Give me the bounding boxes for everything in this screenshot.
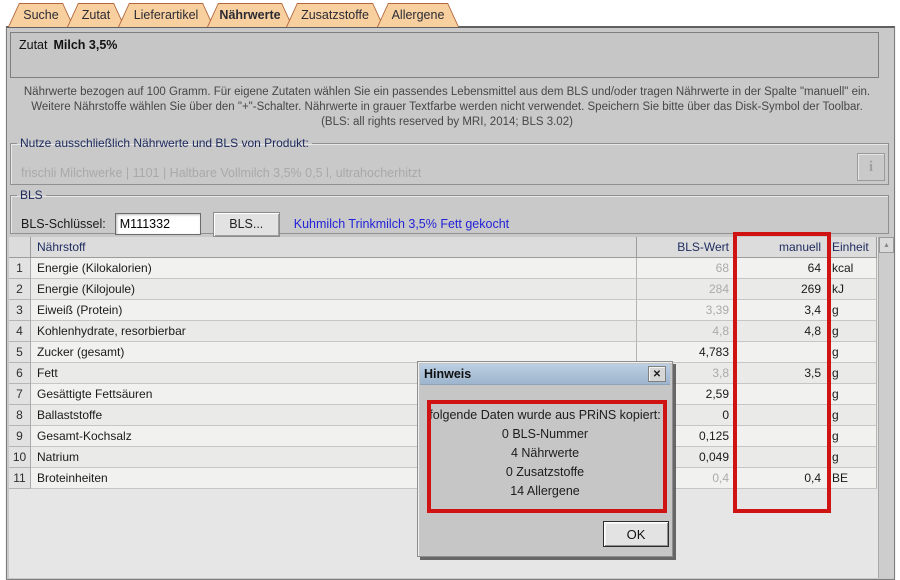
- bls-key-input[interactable]: [115, 213, 201, 235]
- tab-suche[interactable]: Suche: [8, 3, 74, 27]
- bls-value[interactable]: 4,8: [637, 321, 736, 342]
- bls-description: Kuhmilch Trinkmilch 3,5% Fett gekocht: [294, 217, 509, 231]
- tab-bar: Suche Zutat Lieferartikel Nährwerte Zusatzst…: [8, 2, 452, 27]
- ingredient-header: Zutat Milch 3,5%: [10, 32, 879, 78]
- table-row[interactable]: 5Zucker (gesamt)4,783 g: [9, 342, 894, 363]
- tab-zusatzstoffe[interactable]: Zusatzstoffe: [286, 3, 384, 27]
- close-icon[interactable]: ✕: [648, 366, 666, 382]
- unit-value[interactable]: g: [828, 405, 877, 426]
- col-header-einheit[interactable]: Einheit: [828, 237, 877, 258]
- dialog-titlebar[interactable]: Hinweis ✕: [420, 364, 670, 385]
- dialog-message-line: 0 Zusatzstoffe: [418, 463, 672, 482]
- dialog-message-line: folgende Daten wurde aus PRiNS kopiert:: [418, 406, 672, 425]
- row-number[interactable]: 10: [9, 447, 31, 468]
- row-number[interactable]: 9: [9, 426, 31, 447]
- manual-value[interactable]: [736, 405, 828, 426]
- produkt-legend: Nutze ausschließlich Nährwerte und BLS v…: [17, 136, 312, 150]
- bls-legend: BLS: [17, 188, 46, 202]
- bls-lookup-button[interactable]: BLS...: [213, 212, 280, 237]
- header-corner: [9, 237, 31, 258]
- nutrient-name[interactable]: Zucker (gesamt): [31, 342, 637, 363]
- row-number[interactable]: 3: [9, 300, 31, 321]
- manual-value[interactable]: 3,4: [736, 300, 828, 321]
- produkt-value: frischli Milchwerke | 1101 | Haltbare Vo…: [21, 166, 421, 180]
- manual-value[interactable]: 0,4: [736, 468, 828, 489]
- info-text: Nährwerte bezogen auf 100 Gramm. Für eig…: [19, 85, 875, 130]
- bls-value[interactable]: 284: [637, 279, 736, 300]
- table-header: Nährstoff BLS-Wert manuell Einheit: [9, 237, 894, 258]
- col-header-manuell[interactable]: manuell: [736, 237, 828, 258]
- row-number[interactable]: 6: [9, 363, 31, 384]
- dialog-message-line: 4 Nährwerte: [418, 444, 672, 463]
- table-row[interactable]: 4Kohlenhydrate, resorbierbar4,84,8g: [9, 321, 894, 342]
- bls-key-label: BLS-Schlüssel:: [21, 217, 106, 231]
- manual-value[interactable]: 269: [736, 279, 828, 300]
- produkt-groupbox: Nutze ausschließlich Nährwerte und BLS v…: [10, 136, 889, 185]
- manual-value[interactable]: 3,5: [736, 363, 828, 384]
- tab-label: Lieferartikel: [132, 8, 201, 22]
- row-number[interactable]: 2: [9, 279, 31, 300]
- nutrient-name[interactable]: Energie (Kilojoule): [31, 279, 637, 300]
- row-number[interactable]: 1: [9, 258, 31, 279]
- dialog-message-line: 0 BLS-Nummer: [418, 425, 672, 444]
- nutrient-name[interactable]: Eiweiß (Protein): [31, 300, 637, 321]
- manual-value[interactable]: [736, 447, 828, 468]
- row-number[interactable]: 5: [9, 342, 31, 363]
- ingredient-label: Zutat: [19, 38, 48, 52]
- tab-naehrwerte[interactable]: Nährwerte: [207, 3, 293, 27]
- manual-value[interactable]: [736, 342, 828, 363]
- tab-label: Suche: [21, 8, 60, 22]
- dialog-message-line: 14 Allergene: [418, 482, 672, 501]
- unit-value[interactable]: g: [828, 447, 877, 468]
- nutrient-name[interactable]: Kohlenhydrate, resorbierbar: [31, 321, 637, 342]
- bls-groupbox: BLS BLS-Schlüssel: BLS... Kuhmilch Trink…: [10, 188, 889, 234]
- unit-value[interactable]: g: [828, 384, 877, 405]
- dialog-message: folgende Daten wurde aus PRiNS kopiert:0…: [418, 406, 672, 501]
- tab-zutat[interactable]: Zutat: [67, 3, 125, 27]
- tab-label: Zutat: [80, 8, 113, 22]
- tab-lieferartikel[interactable]: Lieferartikel: [118, 3, 214, 27]
- row-number[interactable]: 4: [9, 321, 31, 342]
- dialog-title: Hinweis: [424, 367, 648, 381]
- manual-value[interactable]: 4,8: [736, 321, 828, 342]
- bls-value[interactable]: 4,783: [637, 342, 736, 363]
- unit-value[interactable]: g: [828, 321, 877, 342]
- ingredient-name: Milch 3,5%: [54, 38, 118, 52]
- row-number[interactable]: 11: [9, 468, 31, 489]
- ok-button[interactable]: OK: [603, 521, 669, 547]
- tab-label: Zusatzstoffe: [299, 8, 371, 22]
- table-row[interactable]: 2Energie (Kilojoule)284269kJ: [9, 279, 894, 300]
- unit-value[interactable]: g: [828, 300, 877, 321]
- table-scrollbar[interactable]: ▲: [878, 237, 894, 578]
- row-number[interactable]: 8: [9, 405, 31, 426]
- info-icon[interactable]: i: [857, 153, 885, 181]
- tab-allergene[interactable]: Allergene: [377, 3, 459, 27]
- scroll-up-icon[interactable]: ▲: [879, 237, 894, 253]
- manual-value[interactable]: 64: [736, 258, 828, 279]
- unit-value[interactable]: BE: [828, 468, 877, 489]
- bls-value[interactable]: 3,39: [637, 300, 736, 321]
- bls-value[interactable]: 68: [637, 258, 736, 279]
- col-header-bls-wert[interactable]: BLS-Wert: [637, 237, 736, 258]
- manual-value[interactable]: [736, 384, 828, 405]
- unit-value[interactable]: g: [828, 363, 877, 384]
- unit-value[interactable]: kcal: [828, 258, 877, 279]
- table-row[interactable]: 1Energie (Kilokalorien)6864kcal: [9, 258, 894, 279]
- nutrient-name[interactable]: Energie (Kilokalorien): [31, 258, 637, 279]
- hinweis-dialog: Hinweis ✕ folgende Daten wurde aus PRiNS…: [417, 361, 673, 557]
- unit-value[interactable]: g: [828, 342, 877, 363]
- nutrition-window: Suche Zutat Lieferartikel Nährwerte Zusatzst…: [0, 0, 900, 580]
- col-header-naehrstoff[interactable]: Nährstoff: [31, 237, 637, 258]
- manual-value[interactable]: [736, 426, 828, 447]
- unit-value[interactable]: g: [828, 426, 877, 447]
- row-number[interactable]: 7: [9, 384, 31, 405]
- unit-value[interactable]: kJ: [828, 279, 877, 300]
- table-row[interactable]: 3Eiweiß (Protein)3,393,4g: [9, 300, 894, 321]
- tab-label: Nährwerte: [217, 8, 282, 22]
- tab-label: Allergene: [390, 8, 447, 22]
